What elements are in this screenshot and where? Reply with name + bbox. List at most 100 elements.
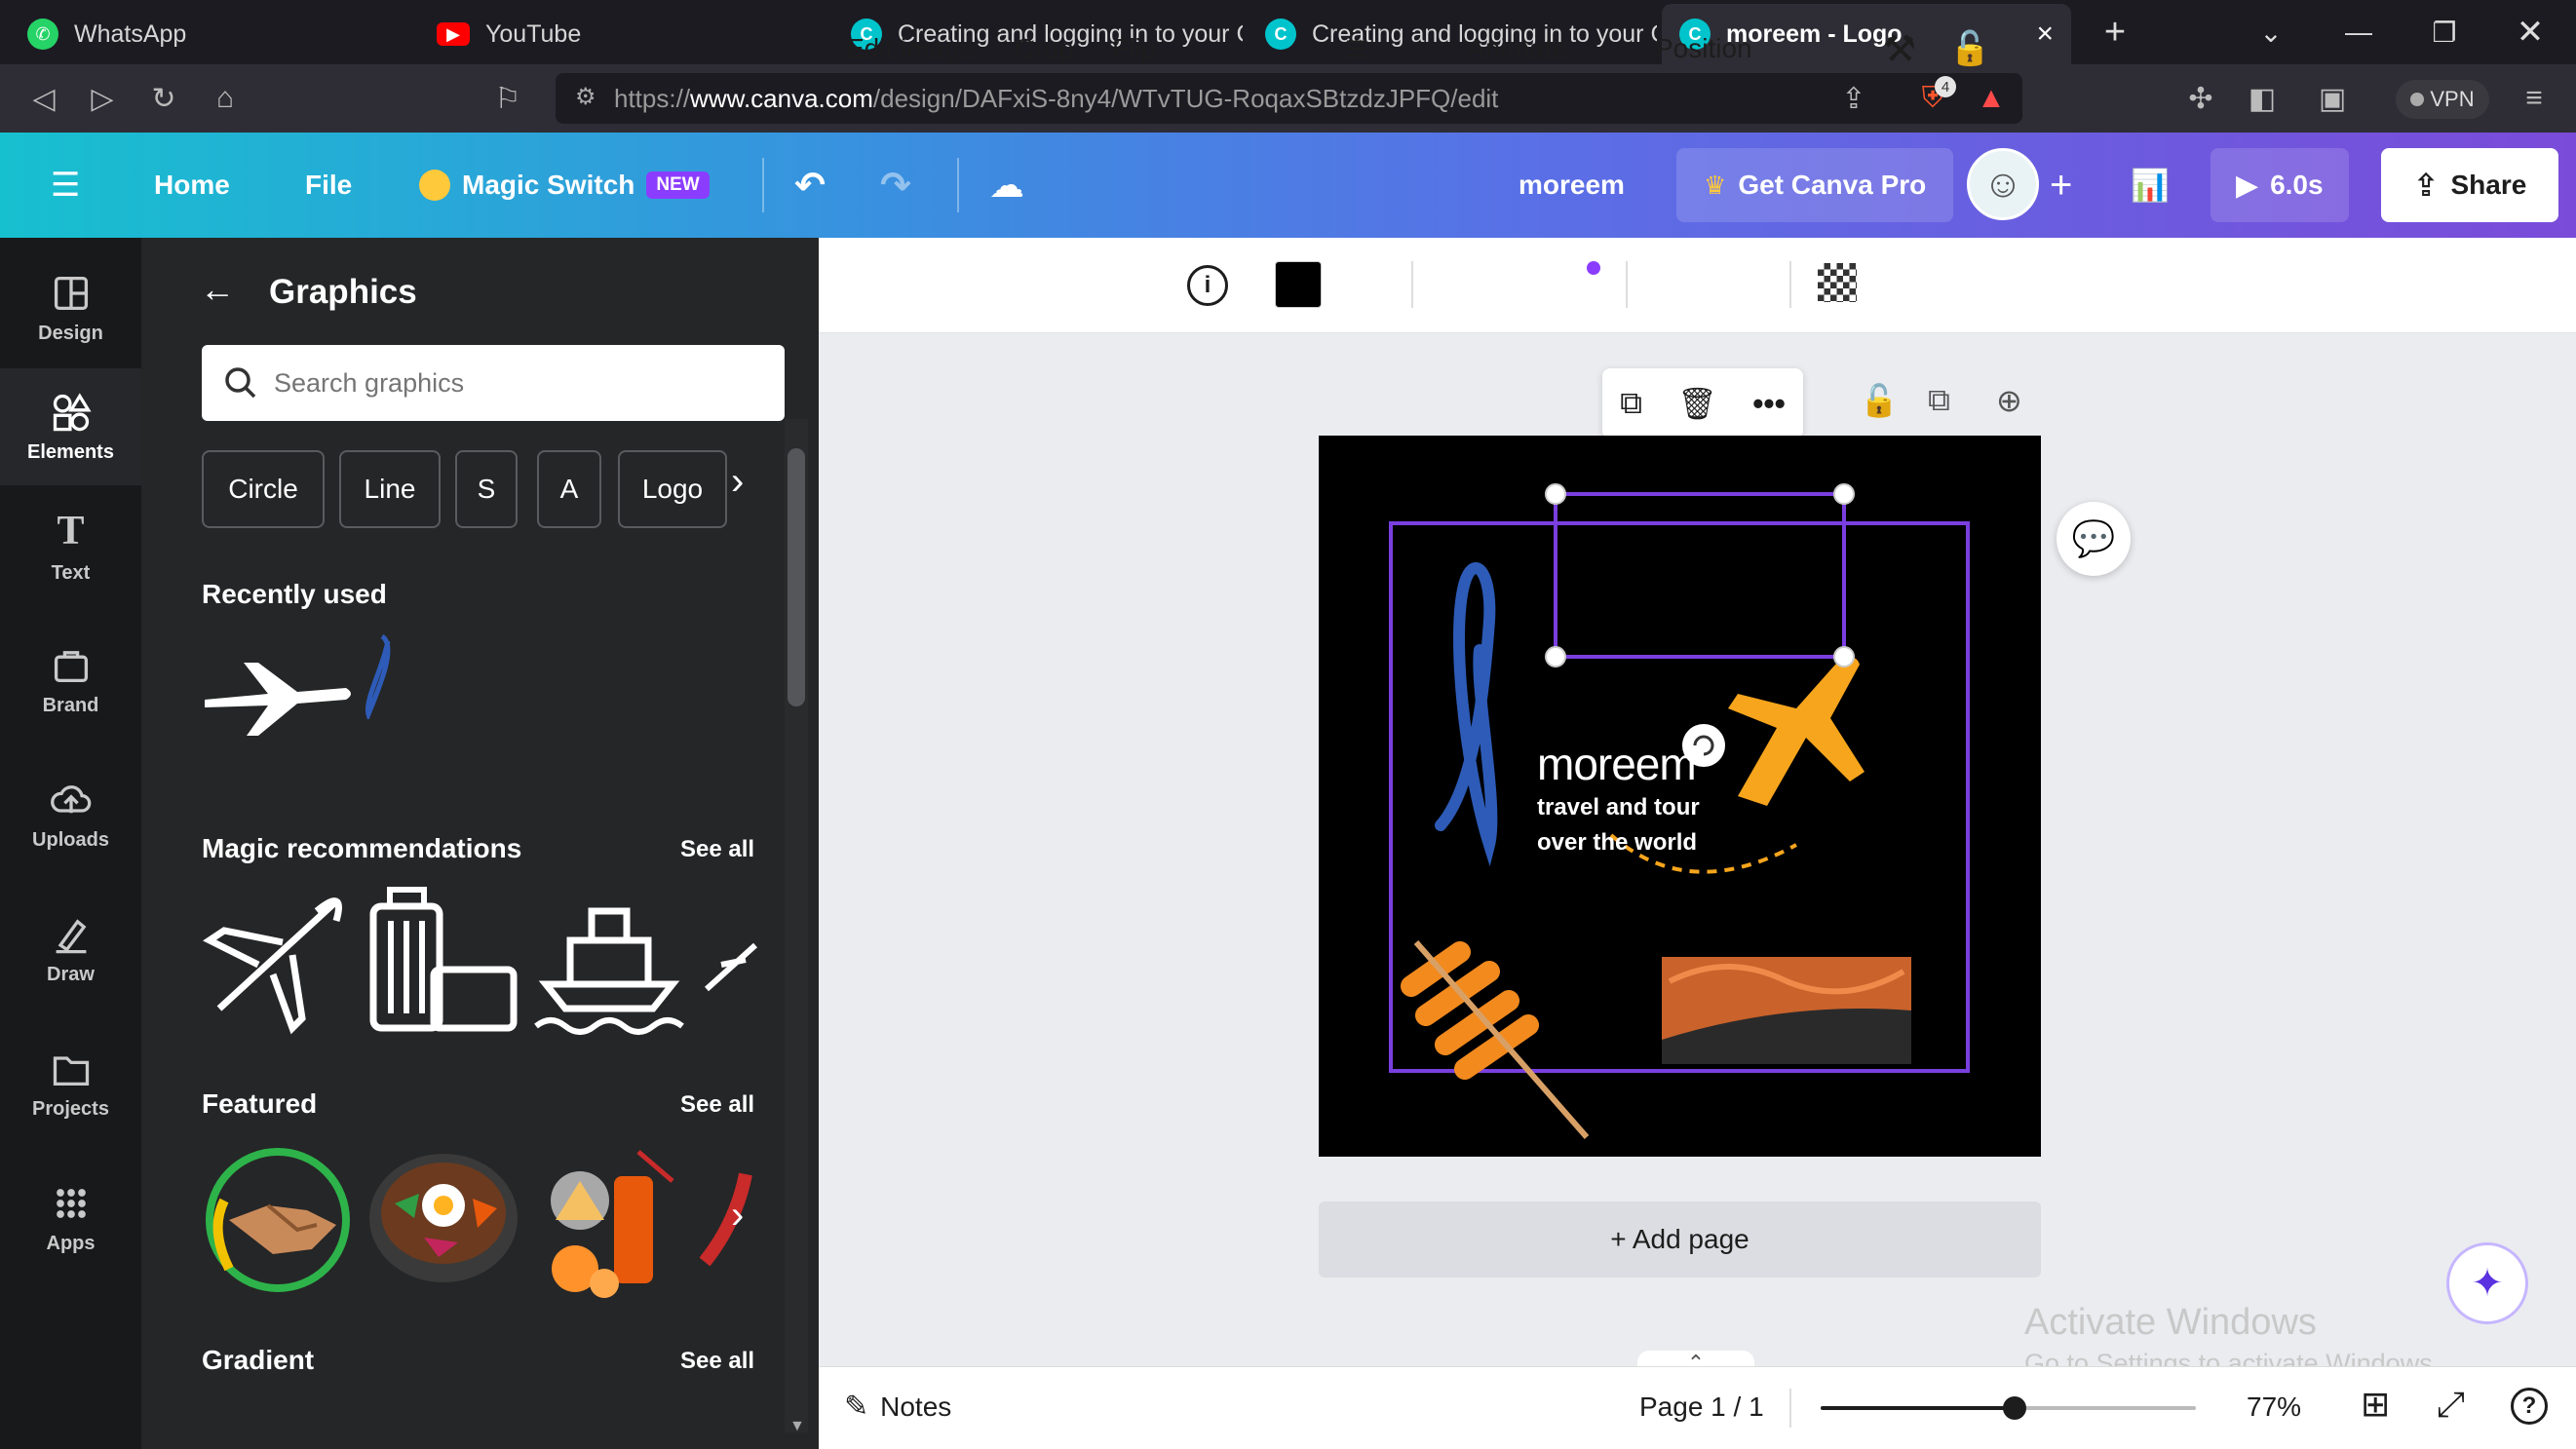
vpn-button[interactable]: VPN — [2396, 80, 2489, 119]
search-graphics-field[interactable] — [202, 345, 785, 421]
tab-list-chevron-icon[interactable]: ⌄ — [2242, 8, 2300, 57]
comment-add-icon[interactable]: 💬 — [2057, 502, 2131, 576]
see-all-featured-link[interactable]: See all — [680, 1091, 754, 1119]
zoom-slider-thumb[interactable] — [2003, 1396, 2026, 1420]
design-page[interactable]: moreem travel and tour over the world — [1319, 436, 2041, 1157]
share-page-icon[interactable]: ⇪ — [1829, 74, 1878, 123]
add-people-icon[interactable]: + — [2050, 156, 2072, 214]
help-icon[interactable]: ? — [2511, 1388, 2548, 1425]
handshake-thumb[interactable] — [200, 1142, 356, 1298]
rail-uploads[interactable]: Uploads — [0, 756, 141, 873]
more-options-icon[interactable]: ••• — [1752, 386, 1786, 422]
tab-youtube[interactable]: ▶ YouTube — [419, 4, 828, 64]
tab-whatsapp[interactable]: ✆ WhatsApp — [10, 4, 419, 64]
redo-icon[interactable]: ↷ — [880, 156, 911, 214]
color-swatch[interactable] — [1275, 261, 1322, 308]
menu-icon[interactable]: ≡ — [2510, 74, 2558, 123]
add-page-button[interactable]: + Add page — [1319, 1201, 2041, 1277]
rail-design[interactable]: Design — [0, 249, 141, 366]
zoom-level[interactable]: 77% — [2247, 1392, 2301, 1423]
avatar[interactable]: ☺ — [1967, 148, 2039, 220]
rail-brand[interactable]: Brand — [0, 622, 141, 739]
flip-button[interactable]: Flip — [1112, 25, 1156, 72]
close-window-button[interactable]: ✕ — [2501, 8, 2559, 57]
rail-text[interactable]: T Text — [0, 487, 141, 604]
close-tab-button[interactable]: × — [2036, 18, 2054, 51]
rail-elements[interactable]: Elements — [0, 368, 141, 485]
juice-drinks-thumb[interactable] — [536, 1142, 682, 1298]
file-button[interactable]: File — [305, 156, 352, 214]
home-icon[interactable]: ⌂ — [201, 74, 250, 123]
back-icon[interactable]: ◁ — [19, 74, 68, 123]
brave-rewards-icon[interactable]: ▲ — [1967, 74, 2016, 123]
line-weight-icon[interactable]: ≡ — [1345, 25, 1367, 72]
plane-partial-thumb[interactable] — [702, 935, 760, 994]
wallet-icon[interactable]: ▣ — [2308, 74, 2357, 123]
design-tagline-2[interactable]: over the world — [1537, 829, 1697, 857]
canvas-scrollbar[interactable] — [2542, 333, 2576, 1366]
luggage-thumb[interactable] — [365, 882, 521, 1038]
duplicate-icon[interactable]: ⧉ — [1620, 385, 1642, 422]
page-lock-icon[interactable]: 🔓 — [1860, 382, 1899, 419]
reload-icon[interactable]: ↻ — [139, 74, 188, 123]
position-button[interactable]: Position — [1655, 25, 1752, 72]
panel-scrollbar-thumb[interactable] — [788, 448, 805, 706]
chip-logo[interactable]: Logo — [618, 450, 727, 528]
restore-button[interactable]: ❐ — [2415, 8, 2474, 57]
airplane-graphic-thumb[interactable] — [200, 643, 356, 750]
extensions-icon[interactable]: ✣ — [2176, 74, 2225, 123]
undo-icon[interactable]: ↶ — [794, 156, 826, 214]
present-button[interactable]: ▶ 6.0s — [2211, 148, 2349, 222]
crop-button[interactable]: Crop — [1015, 25, 1074, 72]
rail-draw[interactable]: Draw — [0, 891, 141, 1008]
brush-stroke-thumb[interactable] — [361, 631, 400, 719]
design-tagline-1[interactable]: travel and tour — [1537, 794, 1700, 821]
lock-icon[interactable]: 🔓 — [1949, 25, 1990, 72]
chips-next-chevron-icon[interactable]: › — [731, 460, 744, 504]
design-name[interactable]: moreem — [1519, 156, 1625, 214]
rail-apps[interactable]: Apps — [0, 1160, 141, 1277]
bookmark-icon[interactable]: ⚐ — [483, 74, 532, 123]
chip-s[interactable]: S — [455, 450, 518, 528]
minimize-button[interactable]: — — [2329, 8, 2388, 57]
magic-switch-button[interactable]: Magic Switch NEW — [419, 156, 710, 214]
chip-line[interactable]: Line — [339, 450, 441, 528]
see-all-gradient-link[interactable]: See all — [680, 1348, 754, 1375]
forward-icon[interactable]: ▷ — [78, 74, 127, 123]
transparency-icon[interactable] — [1818, 263, 1857, 302]
copy-style-icon[interactable]: ⚒ — [1883, 25, 1916, 72]
ship-thumb[interactable] — [531, 882, 687, 1038]
search-input[interactable] — [274, 367, 781, 399]
duplicate-page-icon[interactable]: ⧉ — [1928, 382, 1950, 419]
sidebar-icon[interactable]: ◧ — [2238, 74, 2287, 123]
scroll-down-arrow-icon[interactable]: ▼ — [789, 1418, 805, 1435]
edit-image-button[interactable]: Edit image — [846, 25, 975, 72]
new-tab-button[interactable]: + — [2086, 8, 2144, 57]
get-canva-pro-button[interactable]: ♛ Get Canva Pro — [1676, 148, 1954, 222]
airplane-outline-thumb[interactable] — [200, 882, 356, 1038]
share-button[interactable]: ⇪ Share — [2381, 148, 2558, 222]
magic-assistant-icon[interactable]: ✦ — [2446, 1242, 2528, 1324]
design-brand-text[interactable]: moreem — [1537, 738, 1697, 790]
page-indicator[interactable]: Page 1 / 1 — [1639, 1392, 1764, 1423]
chip-a[interactable]: A — [537, 450, 601, 528]
hamburger-menu-icon[interactable]: ☰ — [51, 156, 80, 214]
fullscreen-icon[interactable]: ⤢ — [2437, 1384, 2465, 1426]
chip-circle[interactable]: Circle — [202, 450, 325, 528]
notes-button[interactable]: ✎ Notes — [844, 1390, 951, 1424]
delete-trash-icon[interactable]: 🗑 — [1677, 385, 1717, 422]
animate-button[interactable]: ◌ Animate — [1438, 25, 1567, 72]
site-settings-icon[interactable]: ⚙ — [575, 83, 596, 111]
url-field[interactable]: ⚙ https://www.canva.com/design/DAFxiS-8n… — [556, 73, 2022, 124]
rail-projects[interactable]: Projects — [0, 1025, 141, 1142]
add-page-icon[interactable]: ⊕ — [1996, 382, 2022, 419]
grid-view-icon[interactable]: ⊞ — [2361, 1384, 2390, 1425]
chili-partial-thumb[interactable] — [697, 1164, 755, 1272]
see-all-magic-link[interactable]: See all — [680, 836, 754, 863]
featured-next-chevron-icon[interactable]: › — [731, 1194, 744, 1238]
insights-icon[interactable]: 📊 — [2131, 156, 2170, 214]
bibimbap-bowl-thumb[interactable] — [365, 1145, 521, 1291]
back-arrow-icon[interactable]: ← — [200, 269, 235, 310]
cloud-saved-icon[interactable]: ☁ — [989, 156, 1024, 214]
home-button[interactable]: Home — [154, 156, 230, 214]
